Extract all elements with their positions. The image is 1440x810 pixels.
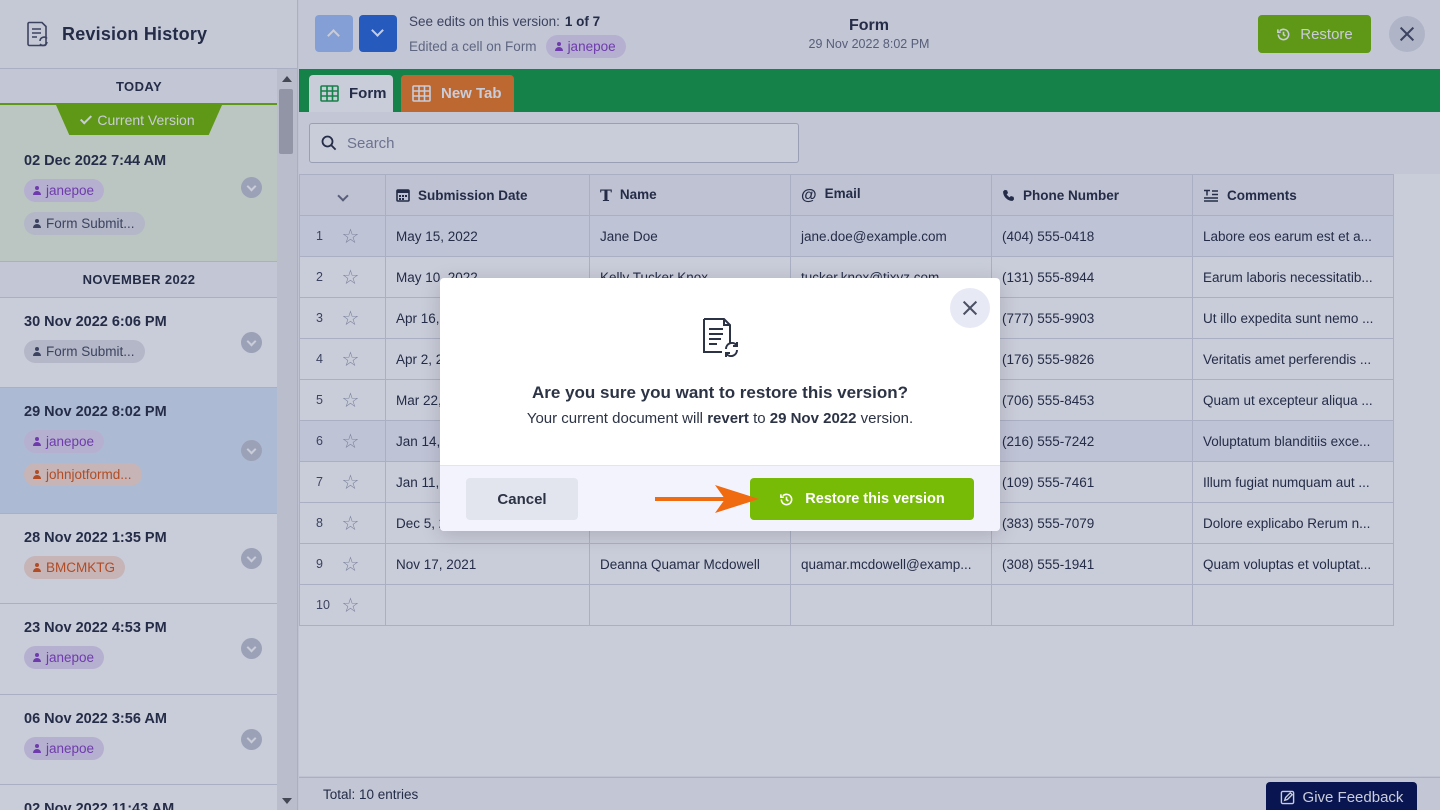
- dialog-close-button[interactable]: [950, 288, 990, 328]
- dialog-subtext: Your current document will revert to 29 …: [526, 410, 914, 427]
- document-restore-icon: [703, 318, 739, 358]
- cancel-button[interactable]: Cancel: [466, 478, 578, 520]
- restore-this-version-button[interactable]: Restore this version: [750, 478, 974, 520]
- close-icon: [962, 300, 978, 316]
- dialog-question: Are you sure you want to restore this ve…: [532, 383, 908, 402]
- history-icon: [780, 493, 793, 505]
- pointer-arrow-icon: [655, 485, 759, 513]
